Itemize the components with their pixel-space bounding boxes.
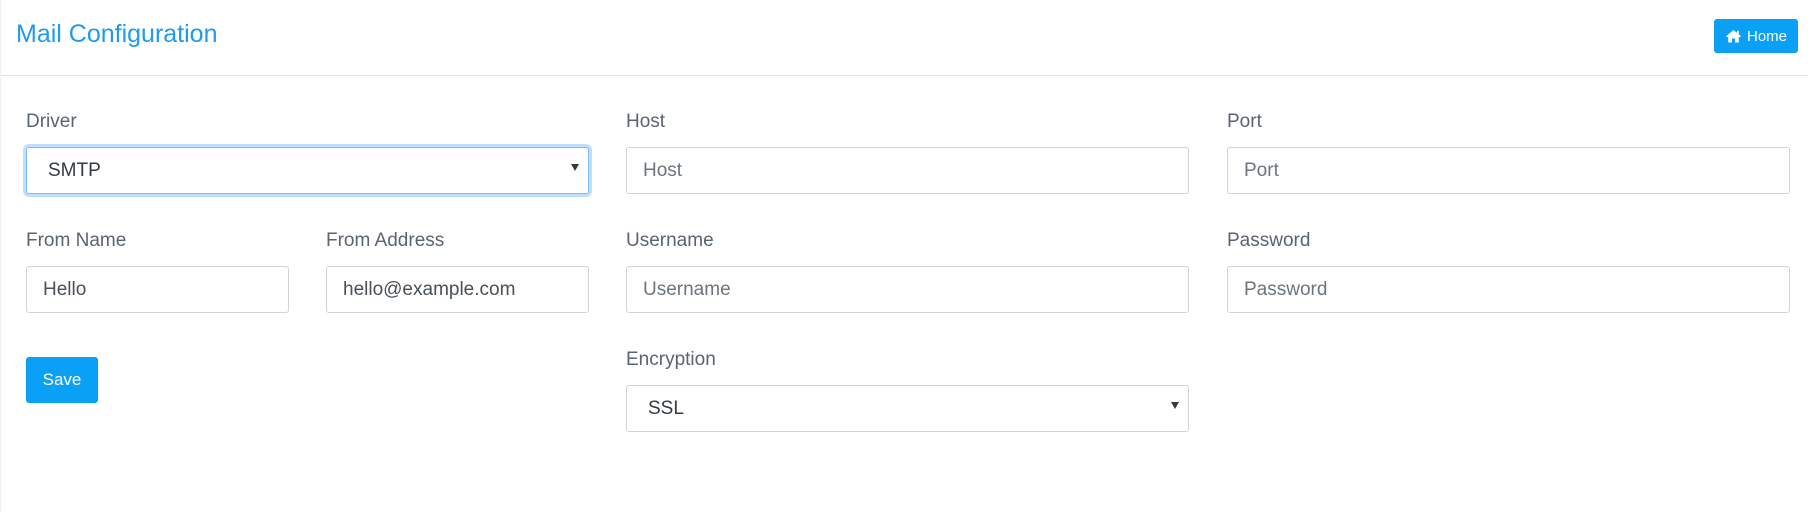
chevron-down-icon bbox=[571, 164, 579, 171]
page-header: Mail Configuration Home bbox=[1, 0, 1808, 76]
home-icon bbox=[1725, 29, 1742, 43]
from-name-input[interactable] bbox=[26, 266, 289, 313]
from-address-label: From Address bbox=[326, 230, 445, 251]
driver-label: Driver bbox=[26, 111, 77, 132]
mail-configuration-panel: Mail Configuration Home Driver SMTP Host… bbox=[0, 0, 1808, 512]
port-input[interactable] bbox=[1227, 147, 1790, 194]
port-label: Port bbox=[1227, 111, 1262, 132]
username-label: Username bbox=[626, 230, 714, 251]
encryption-select[interactable]: SSL bbox=[626, 385, 1189, 432]
from-address-input[interactable] bbox=[326, 266, 589, 313]
host-label: Host bbox=[626, 111, 666, 132]
home-button[interactable]: Home bbox=[1714, 19, 1798, 53]
encryption-label: Encryption bbox=[626, 349, 716, 370]
page-title: Mail Configuration bbox=[16, 20, 218, 48]
encryption-select-value: SSL bbox=[648, 398, 684, 419]
home-button-label: Home bbox=[1746, 27, 1787, 45]
driver-select[interactable]: SMTP bbox=[26, 147, 589, 194]
chevron-down-icon bbox=[1171, 402, 1179, 409]
save-button[interactable]: Save bbox=[26, 357, 98, 403]
driver-select-value: SMTP bbox=[48, 160, 101, 181]
password-label: Password bbox=[1227, 230, 1311, 251]
username-input[interactable] bbox=[626, 266, 1189, 313]
host-input[interactable] bbox=[626, 147, 1189, 194]
password-input[interactable] bbox=[1227, 266, 1790, 313]
from-name-label: From Name bbox=[26, 230, 127, 251]
